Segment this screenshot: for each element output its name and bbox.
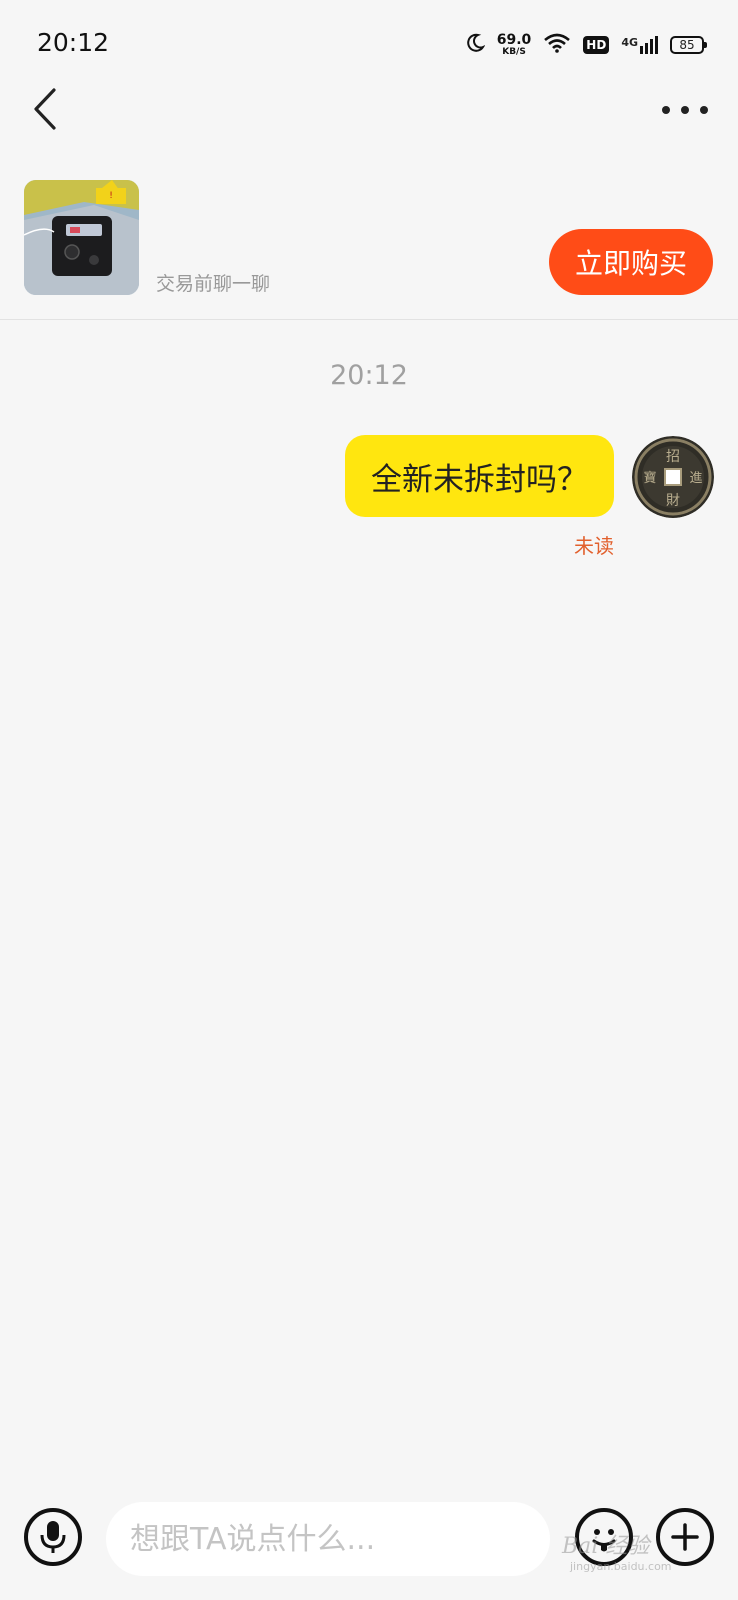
more-dot <box>681 106 689 114</box>
message-input[interactable] <box>106 1502 550 1576</box>
svg-text:寶: 寶 <box>643 470 656 486</box>
plus-icon <box>671 1523 699 1551</box>
signal-icon: 4G <box>621 36 658 54</box>
buy-now-button[interactable]: 立即购买 <box>549 229 713 295</box>
more-dot <box>662 106 670 114</box>
network-speed-value: 69.0 <box>496 32 532 48</box>
header-divider <box>0 319 738 320</box>
moon-icon <box>465 33 486 57</box>
voice-input-button[interactable] <box>24 1508 82 1566</box>
svg-text:招: 招 <box>666 449 680 465</box>
svg-text:財: 財 <box>666 493 680 509</box>
microphone-icon <box>40 1521 66 1553</box>
status-icons: 69.0 KB/S HD 4G 85 <box>465 28 707 62</box>
hd-badge: HD <box>583 36 610 54</box>
network-speed: 69.0 KB/S <box>497 33 532 57</box>
more-button[interactable] <box>662 98 708 122</box>
watermark-url: jingyan.baidu.com <box>570 1560 672 1573</box>
status-time: 20:12 <box>37 28 110 57</box>
svg-text:!: ! <box>109 191 113 201</box>
signal-label: 4G <box>621 36 638 49</box>
read-status: 未读 <box>574 534 614 558</box>
watermark: Bai 经验 <box>562 1534 650 1559</box>
more-dot <box>700 106 708 114</box>
chevron-left-icon <box>34 88 56 130</box>
wifi-icon <box>543 33 571 57</box>
more-options-button[interactable] <box>656 1508 714 1566</box>
avatar[interactable]: 招 進 財 寶 <box>632 436 714 518</box>
svg-text:進: 進 <box>689 471 702 486</box>
network-speed-unit: KB/S <box>502 47 526 57</box>
product-thumbnail[interactable]: ! <box>24 180 139 295</box>
message-timestamp: 20:12 <box>330 360 408 391</box>
message-bubble[interactable]: 全新未拆封吗？ <box>345 435 614 517</box>
pre-trade-hint: 交易前聊一聊 <box>156 273 271 295</box>
battery-indicator: 85 <box>670 36 707 54</box>
back-button[interactable] <box>26 84 66 134</box>
